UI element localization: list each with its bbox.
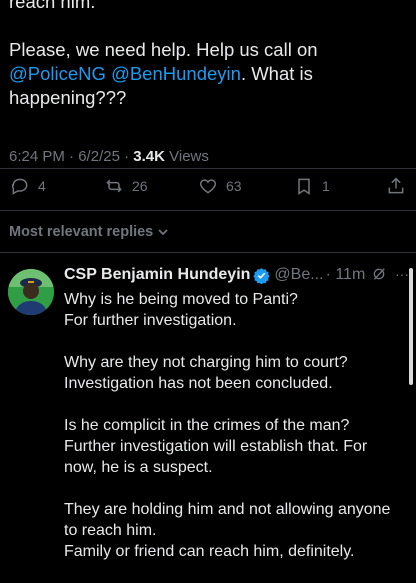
reply-answer: Investigation has not been concluded. bbox=[64, 375, 333, 392]
post-time[interactable]: 6:24 PM bbox=[9, 148, 65, 165]
avatar-image bbox=[8, 269, 54, 315]
reply-paragraph: Why are they not charging him to court? I… bbox=[64, 352, 404, 394]
reply-answer: Further investigation will establish tha… bbox=[64, 438, 368, 476]
reply-button[interactable]: 4 bbox=[10, 176, 46, 196]
bookmark-count: 1 bbox=[322, 178, 330, 194]
verified-badge-icon bbox=[253, 267, 271, 284]
reply-question: Is he complicit in the crimes of the man… bbox=[64, 417, 350, 434]
views-label: Views bbox=[169, 148, 209, 165]
reply-question: Why are they not charging him to court? bbox=[64, 354, 348, 371]
reply-paragraph: Why is he being moved to Panti? For furth… bbox=[64, 289, 404, 331]
post-line-1: reach him. bbox=[9, 0, 96, 12]
divider bbox=[0, 168, 416, 169]
post-line-2-prefix: Please, we need help. Help us call on bbox=[9, 39, 318, 60]
post-date[interactable]: 6/2/25 bbox=[78, 148, 120, 165]
mention-policeng[interactable]: @PoliceNG bbox=[9, 63, 106, 84]
author-name[interactable]: CSP Benjamin Hundeyin bbox=[64, 266, 250, 284]
more-options-icon[interactable]: ··· bbox=[395, 266, 409, 282]
reply-question: They are holding him and not allowing an… bbox=[64, 501, 391, 539]
post-text: reach him. Please, we need help. Help us… bbox=[9, 0, 404, 110]
scrollbar[interactable] bbox=[409, 268, 413, 385]
reply-answer: Family or friend can reach him, definite… bbox=[64, 543, 355, 560]
chevron-down-icon bbox=[158, 229, 168, 236]
reply-header: CSP Benjamin Hundeyin @Be... · 11m ··· bbox=[64, 266, 409, 284]
post-meta: 6:24 PM · 6/2/25 · 3.4K Views bbox=[9, 148, 209, 165]
action-bar: 4 26 63 1 bbox=[0, 176, 416, 206]
replies-sort-dropdown[interactable]: Most relevant replies bbox=[9, 224, 169, 240]
reply-header-icons: ··· bbox=[371, 266, 409, 282]
avatar[interactable] bbox=[8, 269, 54, 315]
repost-count: 26 bbox=[132, 178, 148, 194]
share-icon bbox=[388, 177, 404, 194]
sort-label: Most relevant replies bbox=[9, 224, 154, 240]
reply-count: 4 bbox=[38, 178, 46, 194]
reply-answer: For further investigation. bbox=[64, 312, 237, 329]
author-handle[interactable]: @Be... bbox=[274, 266, 323, 284]
like-count: 63 bbox=[226, 178, 242, 194]
repost-icon bbox=[106, 179, 122, 193]
share-button[interactable] bbox=[386, 176, 406, 196]
mention-benhundeyin[interactable]: @BenHundeyin bbox=[111, 63, 241, 84]
grok-icon[interactable] bbox=[371, 266, 387, 282]
like-button[interactable]: 63 bbox=[198, 176, 242, 196]
reply-icon bbox=[11, 178, 28, 195]
reply-paragraph: They are holding him and not allowing an… bbox=[64, 499, 404, 562]
views-count: 3.4K bbox=[133, 148, 165, 165]
reply-body: Why is he being moved to Panti? For furth… bbox=[64, 289, 404, 583]
heart-icon bbox=[199, 179, 217, 194]
reply-question: Why is he being moved to Panti? bbox=[64, 291, 298, 308]
divider bbox=[0, 252, 416, 253]
bookmark-button[interactable]: 1 bbox=[294, 176, 330, 196]
post-line-2: Please, we need help. Help us call on @Po… bbox=[9, 38, 404, 110]
bookmark-icon bbox=[298, 178, 310, 195]
divider bbox=[0, 210, 416, 211]
repost-button[interactable]: 26 bbox=[104, 176, 148, 196]
reply-paragraph: Is he complicit in the crimes of the man… bbox=[64, 415, 404, 478]
reply-time[interactable]: · 11m bbox=[326, 266, 366, 284]
